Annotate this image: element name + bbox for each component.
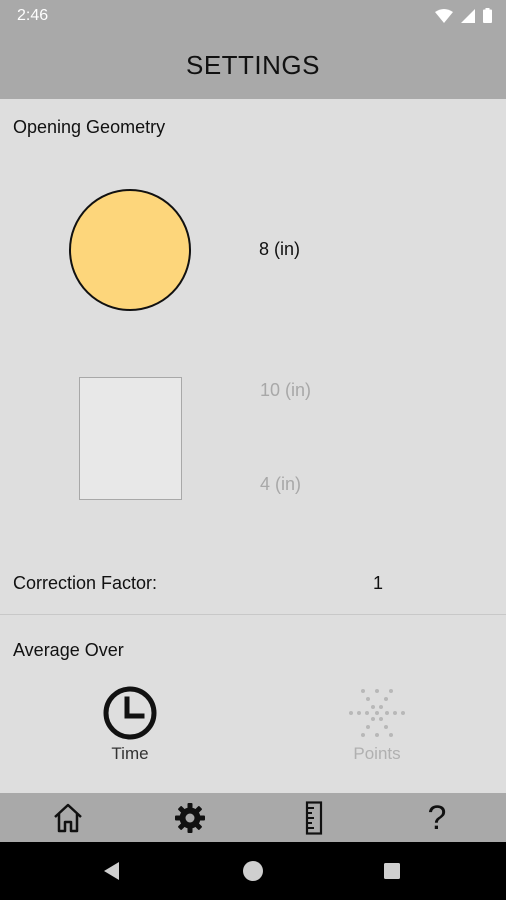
circle-diameter-value[interactable]: 8 (in) xyxy=(259,239,300,260)
page-title: SETTINGS xyxy=(185,50,320,80)
nav-recents-button[interactable] xyxy=(362,842,422,900)
app-bar: SETTINGS xyxy=(0,32,506,99)
average-over-label: Average Over xyxy=(13,640,124,660)
tab-settings[interactable] xyxy=(160,793,220,842)
points-option-label: Points xyxy=(353,744,401,763)
settings-content: Opening Geometry 8 (in) 10 (in) 4 (in) C… xyxy=(0,99,506,793)
nav-back-button[interactable] xyxy=(82,842,142,900)
wifi-icon xyxy=(435,8,453,23)
status-icons xyxy=(435,8,492,23)
section-divider xyxy=(0,614,506,615)
bottom-tab-bar: ? xyxy=(0,793,506,842)
nav-home-button[interactable] xyxy=(223,842,283,900)
system-nav-bar xyxy=(0,842,506,900)
average-over-time-option[interactable]: Time xyxy=(70,684,190,764)
tab-home[interactable] xyxy=(38,793,98,842)
back-icon xyxy=(104,862,119,880)
opening-geometry-label: Opening Geometry xyxy=(13,117,166,137)
circle-opening-option[interactable] xyxy=(69,189,191,311)
battery-icon xyxy=(483,8,492,23)
rectangle-length-value[interactable]: 10 (in) xyxy=(260,380,311,401)
gear-icon xyxy=(175,802,205,833)
rectangle-opening-option[interactable] xyxy=(79,377,182,500)
signal-icon xyxy=(461,8,475,23)
recents-icon xyxy=(384,863,400,879)
time-option-label: Time xyxy=(111,744,149,763)
help-icon: ? xyxy=(427,798,447,837)
tab-help[interactable]: ? xyxy=(407,793,467,842)
clock-icon xyxy=(103,686,157,740)
rectangle-width-value[interactable]: 4 (in) xyxy=(260,474,301,495)
home-circle-icon xyxy=(243,861,263,881)
home-icon xyxy=(54,803,82,832)
tab-ruler[interactable] xyxy=(284,793,344,842)
points-icon xyxy=(349,689,405,737)
correction-factor-value[interactable]: 1 xyxy=(373,573,383,594)
status-time: 2:46 xyxy=(17,7,49,24)
average-over-points-option[interactable]: Points xyxy=(317,684,437,764)
status-bar: 2:46 xyxy=(0,0,506,32)
correction-factor-label: Correction Factor: xyxy=(13,573,158,593)
ruler-icon xyxy=(305,800,323,835)
